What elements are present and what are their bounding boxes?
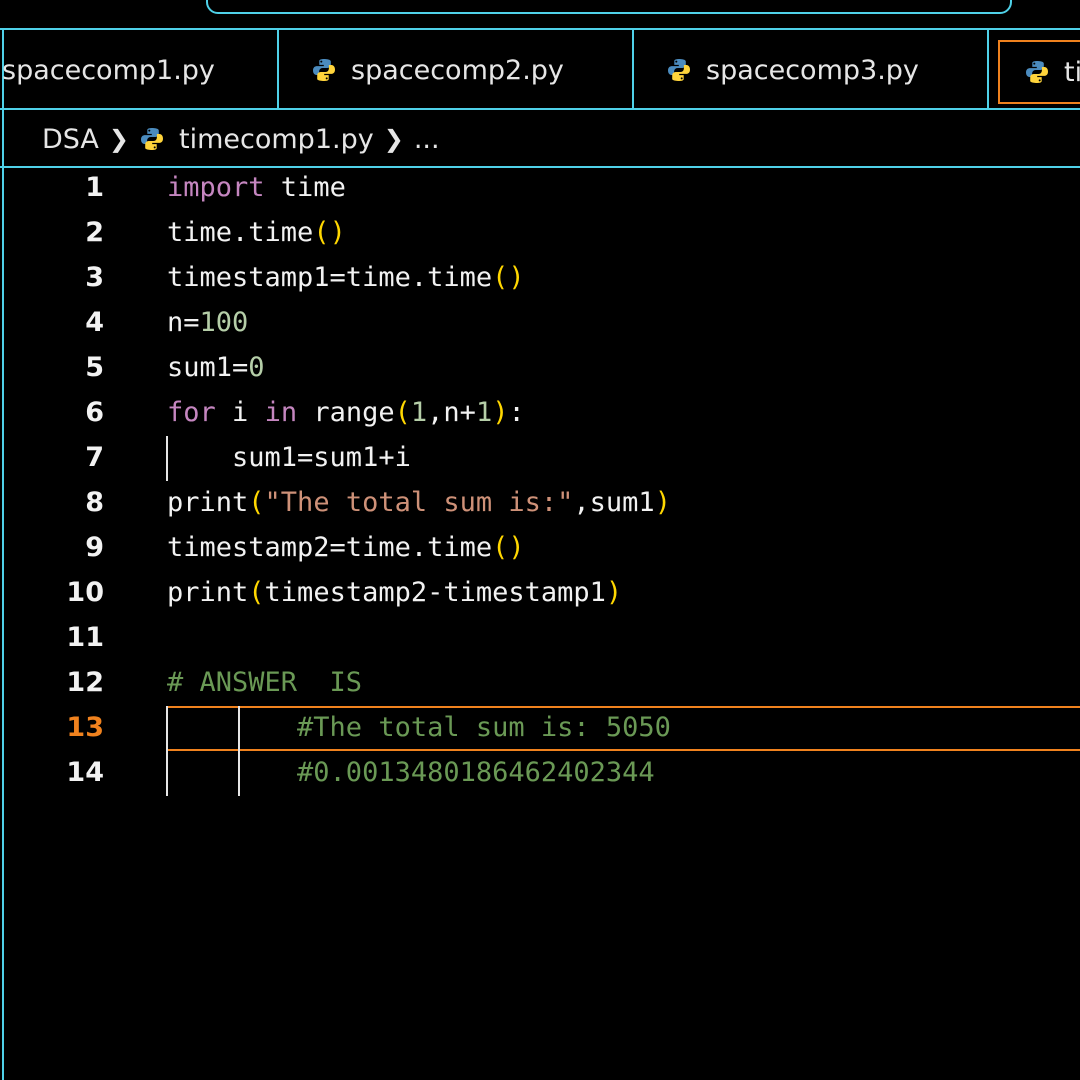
code-text: n= (167, 307, 200, 338)
chevron-right-icon: ❯ (383, 125, 404, 153)
breadcrumb: DSA ❯ timecomp1.py ❯ ... (0, 112, 1080, 168)
code-text: timestamp2-timestamp1 (264, 577, 606, 608)
code-line[interactable]: 1 import time (0, 168, 1080, 213)
keyword: import (167, 172, 265, 203)
tab-spacecomp1[interactable]: spacecomp1.py (0, 30, 279, 110)
number-literal: 1 (410, 397, 428, 428)
line-number: 3 (85, 262, 104, 293)
editor-tab-bar: spacecomp1.py spacecomp2.py spacecomp3.p… (0, 28, 1080, 110)
tab-label: spacecomp2.py (351, 54, 564, 86)
bracket: ( (248, 487, 265, 518)
tab-label: ti (1064, 56, 1080, 88)
string-literal: "The total sum is:" (264, 487, 574, 518)
code-editor[interactable]: 1 import time 2 time.time() 3 timestamp1… (0, 168, 1080, 1068)
line-number: 7 (85, 442, 104, 473)
line-number: 11 (66, 622, 104, 653)
comment: #The total sum is: 5050 (167, 712, 671, 743)
tab-spacecomp2[interactable]: spacecomp2.py (279, 30, 634, 110)
line-number: 12 (66, 667, 104, 698)
tab-spacecomp3[interactable]: spacecomp3.py (634, 30, 989, 110)
line-number: 14 (66, 757, 104, 788)
python-icon (139, 126, 165, 152)
comment: # ANSWER IS (167, 667, 363, 698)
number-literal: 100 (199, 307, 249, 338)
code-text: time (264, 172, 346, 203)
bracket: ( (248, 577, 265, 608)
bracket: () (492, 532, 525, 563)
code-line[interactable]: 4 n=100 (0, 303, 1080, 348)
code-text: range (297, 397, 395, 428)
breadcrumb-symbols[interactable]: ... (414, 124, 440, 155)
breadcrumb-file[interactable]: timecomp1.py (179, 124, 374, 155)
code-text: print (167, 487, 249, 518)
code-line[interactable]: 9 timestamp2=time.time() (0, 528, 1080, 573)
bracket: () (492, 262, 525, 293)
comment: #0.0013480186462402344 (167, 757, 655, 788)
code-text: timestamp1=time.time (167, 262, 493, 293)
keyword: in (264, 397, 298, 428)
code-line[interactable]: 2 time.time() (0, 213, 1080, 258)
line-number: 4 (85, 307, 104, 338)
chevron-right-icon: ❯ (108, 125, 130, 153)
line-number: 5 (85, 352, 104, 383)
code-text: ,sum1 (573, 487, 655, 518)
line-number: 8 (85, 487, 104, 518)
tab-label: spacecomp3.py (706, 54, 919, 86)
code-line[interactable]: 8 print("The total sum is:",sum1) (0, 483, 1080, 528)
line-number: 1 (85, 172, 104, 203)
number-literal: 1 (475, 397, 493, 428)
code-line[interactable]: 10 print(timestamp2-timestamp1) (0, 573, 1080, 618)
bracket: ) (605, 577, 623, 608)
code-line[interactable]: 11 (0, 618, 1080, 663)
breadcrumb-folder[interactable]: DSA (42, 124, 99, 155)
bracket: () (313, 217, 346, 248)
number-literal: 0 (248, 352, 265, 383)
code-text: : (508, 397, 525, 428)
tab-label: spacecomp1.py (2, 54, 215, 86)
command-center-search[interactable] (206, 0, 1012, 14)
bracket: ( (394, 397, 411, 428)
code-text: time.time (167, 217, 314, 248)
python-icon (1024, 59, 1050, 85)
code-line[interactable]: 3 timestamp1=time.time() (0, 258, 1080, 303)
bracket: ) (492, 397, 509, 428)
keyword: for (167, 397, 216, 428)
python-icon (311, 57, 337, 83)
python-icon (666, 57, 692, 83)
code-line[interactable]: 5 sum1=0 (0, 348, 1080, 393)
code-line-active[interactable]: 13 #The total sum is: 5050 (0, 708, 1080, 753)
code-text: print (167, 577, 249, 608)
line-number: 2 (85, 217, 104, 248)
line-number: 10 (66, 577, 104, 608)
line-number-active: 13 (66, 712, 104, 743)
code-line[interactable]: 7 sum1=sum1+i (0, 438, 1080, 483)
line-number: 9 (85, 532, 104, 563)
code-text: ,n+ (427, 397, 476, 428)
code-line[interactable]: 6 for i in range(1,n+1): (0, 393, 1080, 438)
line-number: 6 (85, 397, 104, 428)
code-text: sum1=sum1+i (167, 442, 411, 473)
code-line[interactable]: 14 #0.0013480186462402344 (0, 753, 1080, 798)
tab-timecomp1-active[interactable]: ti (998, 40, 1080, 104)
code-text: timestamp2=time.time (167, 532, 493, 563)
code-text: i (215, 397, 265, 428)
bracket: ) (654, 487, 671, 518)
code-text: sum1= (167, 352, 249, 383)
code-line[interactable]: 12 # ANSWER IS (0, 663, 1080, 708)
